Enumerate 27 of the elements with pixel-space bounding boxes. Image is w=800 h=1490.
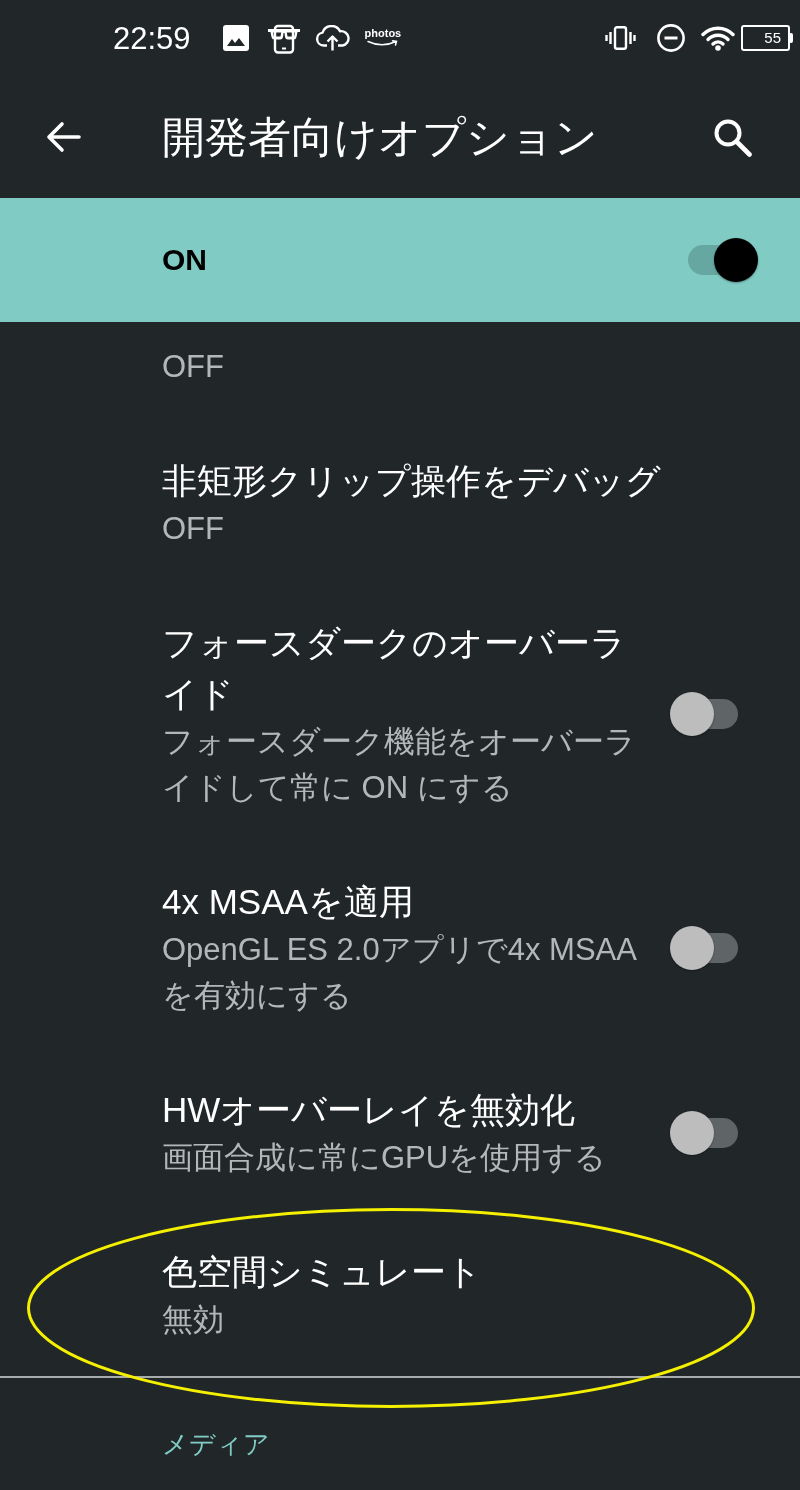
vibrate-icon: [605, 26, 636, 50]
setting-summary: フォースダーク機能をオーバーライドして常に ON にする: [162, 723, 637, 807]
setting-summary: 無効: [162, 1301, 225, 1339]
setting-title: 非矩形クリップ操作をデバッグ: [162, 460, 662, 502]
setting-title: フォースダークのオーバーライド: [162, 622, 627, 715]
search-icon[interactable]: [712, 117, 752, 157]
setting-title: 色空間シミュレート: [162, 1251, 483, 1293]
back-arrow-icon[interactable]: [45, 121, 81, 153]
setting-summary: OpenGL ES 2.0アプリで4x MSAAを有効にする: [162, 931, 638, 1015]
wifi-icon: [701, 25, 735, 51]
setting-summary: OFF: [162, 348, 225, 386]
page-title: 開発者向けオプション: [162, 112, 598, 163]
master-switch-label: ON: [162, 243, 208, 277]
cloud-upload-icon: [314, 25, 350, 51]
photos-logo-text: photos: [364, 27, 402, 39]
category-header: メディア: [161, 1428, 271, 1461]
smile-arrow-icon: [366, 40, 399, 47]
toggle-switch[interactable]: [686, 238, 758, 282]
do-not-disturb-icon: [657, 24, 685, 52]
setting-title: HWオーバーレイを無効化: [162, 1089, 577, 1131]
setting-summary: OFF: [162, 510, 225, 548]
setting-title: 4x MSAAを適用: [162, 881, 415, 923]
status-time: 22:59: [113, 21, 191, 57]
battery-indicator: 55: [741, 25, 793, 51]
image-icon: [222, 25, 249, 51]
glasses-tablet-icon: [267, 22, 300, 54]
setting-summary: 画面合成に常にGPUを使用する: [162, 1139, 608, 1177]
